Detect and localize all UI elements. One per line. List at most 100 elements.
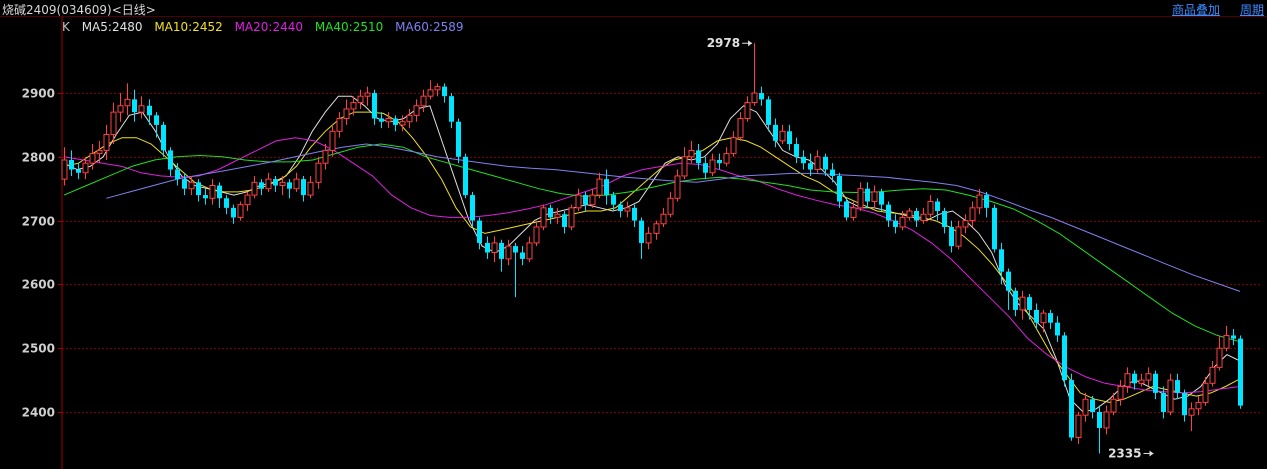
candle-body-down — [224, 198, 229, 208]
candle-body-up — [491, 242, 498, 253]
candle-body-down — [808, 163, 813, 170]
candle-body-down — [717, 159, 722, 164]
candle-body-down — [449, 96, 454, 122]
candle-body-up — [61, 159, 68, 180]
candle-body-down — [1153, 373, 1158, 393]
candle-body-down — [76, 169, 81, 173]
candle-body-down — [949, 226, 954, 247]
candle-body-down — [844, 201, 849, 218]
candle-body-up — [124, 98, 131, 107]
candle-body-down — [477, 220, 482, 243]
candle-body-up — [1223, 334, 1230, 349]
ma-line-ma60 — [106, 143, 1241, 292]
candle-body-down — [703, 163, 708, 173]
candle-body-down — [69, 159, 74, 170]
candle-body-down — [1062, 335, 1067, 381]
candle-body-down — [865, 188, 870, 202]
candle-body-down — [1034, 309, 1039, 323]
candle-body-up — [357, 95, 364, 104]
candle-body-up — [667, 197, 674, 215]
candle-body-down — [203, 195, 208, 199]
candle-body-down — [879, 191, 884, 205]
candle-body-down — [942, 211, 947, 227]
candle-body-down — [632, 207, 637, 221]
candle-body-down — [583, 195, 588, 205]
candle-body-down — [485, 242, 490, 253]
candle-body-down — [520, 252, 525, 259]
candle-body-down — [984, 195, 989, 208]
candle-body-up — [89, 153, 96, 164]
candle-body-down — [562, 214, 567, 227]
candle-body-up — [96, 149, 103, 155]
candle-body-up — [1145, 373, 1152, 381]
candle-body-up — [1075, 414, 1082, 439]
y-tick-label: 2800 — [22, 151, 55, 165]
candle-body-up — [427, 89, 434, 97]
candle-body-up — [744, 102, 751, 120]
candle-body-down — [1132, 373, 1137, 384]
candle-body-up — [723, 153, 730, 164]
candle-body-down — [301, 179, 306, 196]
candle-body-up — [533, 226, 540, 244]
candle-body-down — [787, 131, 792, 145]
candle-body-up — [399, 121, 406, 126]
candle-body-down — [1238, 338, 1243, 406]
candle-body-up — [420, 95, 427, 107]
candle-body-up — [526, 242, 533, 260]
candle-body-down — [1069, 380, 1074, 438]
candle-body-down — [1161, 392, 1166, 412]
candle-body-up — [568, 207, 575, 228]
candle-body-up — [1117, 385, 1124, 400]
candle-body-up — [850, 207, 857, 218]
candle-body-up — [540, 207, 547, 228]
candle-body-up — [1202, 382, 1209, 403]
candle-body-up — [117, 105, 124, 113]
candle-body-up — [1103, 411, 1110, 429]
candle-body-up — [645, 232, 652, 244]
candle-body-down — [259, 182, 264, 189]
candlestick-chart[interactable]: 2400 2500 2600 2700 2800 2900 2978 2335 — [0, 0, 1267, 469]
candle-body-up — [899, 216, 906, 228]
y-tick-label: 2700 — [22, 215, 55, 229]
candle-body-up — [385, 118, 392, 123]
candle-body-up — [350, 102, 357, 110]
candle-body-down — [914, 211, 919, 221]
candle-body-up — [343, 108, 350, 120]
candle-body-down — [175, 169, 180, 180]
candle-body-up — [1138, 379, 1145, 384]
candle-body-down — [794, 144, 799, 157]
annotation-label: 2978 — [707, 36, 740, 50]
candle-body-up — [920, 213, 927, 222]
annotation-label: 2335 — [1108, 446, 1141, 460]
candle-body-down — [759, 93, 764, 100]
candle-body-up — [413, 105, 420, 116]
candle-body-up — [322, 149, 329, 164]
candle-body-up — [730, 137, 737, 155]
candle-body-up — [103, 133, 110, 151]
candle-body-down — [935, 201, 940, 212]
candle-body-down — [182, 179, 187, 189]
candle-body-up — [244, 194, 251, 206]
candle-body-up — [1082, 398, 1089, 416]
candle-body-up — [681, 156, 688, 177]
candle-body-up — [962, 220, 969, 228]
candle-body-down — [287, 182, 292, 189]
candle-body-up — [364, 92, 371, 97]
candle-body-down — [886, 204, 891, 221]
candle-body-down — [1055, 322, 1060, 336]
candle-body-down — [442, 86, 447, 97]
candle-body-down — [168, 150, 173, 170]
candle-body-down — [1090, 399, 1095, 412]
annotation-arrowhead — [748, 40, 753, 47]
candle-body-down — [611, 195, 616, 205]
candle-body-up — [653, 223, 660, 234]
candle-body-up — [1019, 296, 1026, 311]
candle-body-up — [209, 185, 216, 199]
candle-body-up — [589, 194, 596, 206]
candle-body-up — [251, 181, 258, 196]
candle-body-up — [1167, 379, 1174, 413]
candle-body-up — [660, 213, 667, 225]
candle-body-up — [329, 130, 336, 151]
candle-body-down — [1097, 412, 1102, 428]
candle-body-down — [830, 169, 835, 176]
